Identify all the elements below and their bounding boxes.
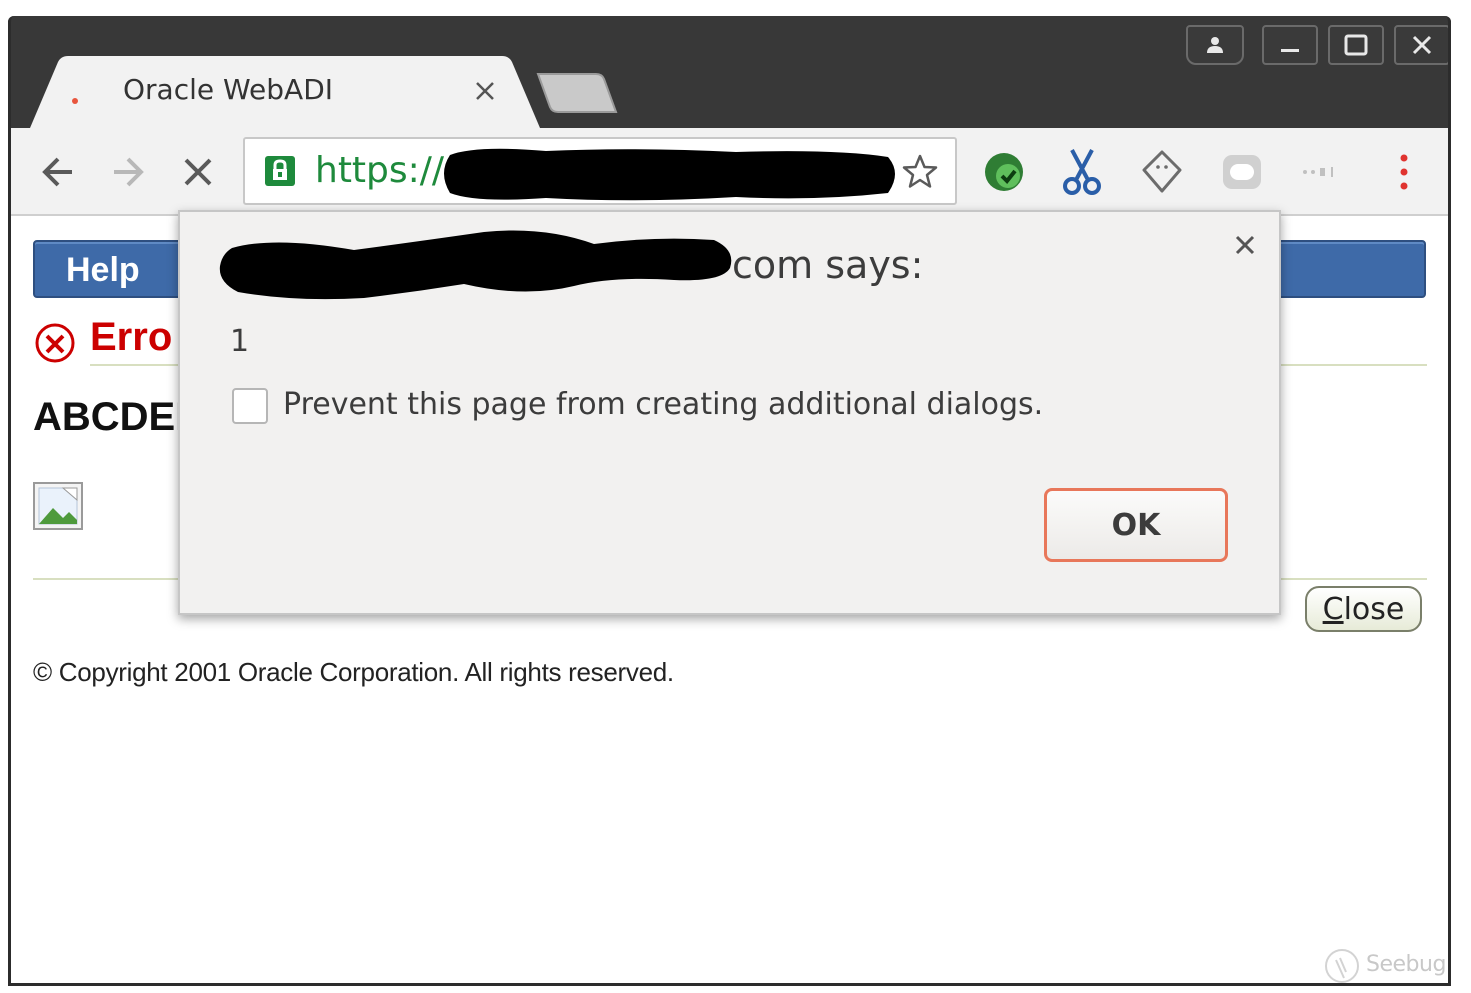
watermark-text: Seebug xyxy=(1366,952,1446,977)
dialog-close-icon xyxy=(1235,235,1255,255)
tab-favicon-icon xyxy=(72,98,78,104)
browser-window: Oracle WebADI https:// Help Erro ABCDEI … xyxy=(0,0,1471,993)
error-title: Erro xyxy=(90,315,173,359)
close-button[interactable]: Close xyxy=(1305,586,1422,632)
forward-button[interactable] xyxy=(104,148,152,196)
copyright-text: © Copyright 2001 Oracle Corporation. All… xyxy=(33,657,674,687)
extension-dots-button[interactable] xyxy=(1296,148,1344,196)
lock-icon xyxy=(265,156,295,186)
dialog-message: 1 xyxy=(230,324,250,359)
maximize-icon xyxy=(1344,34,1368,56)
dialog-title: com says: xyxy=(732,243,924,287)
close-icon xyxy=(476,82,494,100)
stop-icon xyxy=(184,158,212,186)
user-icon xyxy=(1207,37,1223,53)
tab-title: Oracle WebADI xyxy=(123,73,334,106)
host-redaction xyxy=(219,230,732,300)
url-redaction xyxy=(444,148,895,201)
minimize-button[interactable] xyxy=(1262,25,1318,65)
error-icon xyxy=(35,323,75,363)
url-text: https:// xyxy=(315,150,445,191)
error-message: ABCDEI xyxy=(33,395,187,439)
maximize-button[interactable] xyxy=(1328,25,1384,65)
extension-check-icon xyxy=(985,153,1023,191)
extension-scissors-icon xyxy=(1063,149,1101,195)
close-button-label: Close xyxy=(1322,591,1405,627)
star-icon[interactable] xyxy=(900,152,940,192)
prevent-dialogs-label[interactable]: Prevent this page from creating addition… xyxy=(283,384,1043,426)
dialog-close-button[interactable] xyxy=(1228,228,1262,262)
extension-ghost-icon xyxy=(1142,150,1182,193)
extension-scissors-button[interactable] xyxy=(1058,148,1106,196)
extension-dots-icon xyxy=(1303,167,1333,177)
forward-icon xyxy=(114,157,144,187)
extension-pill-icon xyxy=(1223,155,1261,189)
tab-close-button[interactable] xyxy=(470,76,500,106)
window-close-button[interactable] xyxy=(1394,25,1450,65)
ok-button-label: OK xyxy=(1111,507,1161,543)
help-link[interactable]: Help xyxy=(66,248,140,292)
extension-pill-button[interactable] xyxy=(1218,148,1266,196)
menu-icon xyxy=(1400,154,1408,190)
extension-check-button[interactable] xyxy=(980,148,1028,196)
stop-button[interactable] xyxy=(174,148,222,196)
back-icon xyxy=(42,157,72,187)
new-tab-button[interactable] xyxy=(536,72,620,114)
ok-button[interactable]: OK xyxy=(1044,488,1228,562)
prevent-dialogs-checkbox[interactable] xyxy=(232,388,268,424)
menu-button[interactable] xyxy=(1380,148,1428,196)
extension-ghost-button[interactable] xyxy=(1138,148,1186,196)
user-button[interactable] xyxy=(1186,25,1244,65)
minimize-icon xyxy=(1281,49,1299,52)
broken-image-icon xyxy=(33,482,83,530)
window-close-icon xyxy=(1412,35,1432,55)
close-mnemonic: C xyxy=(1322,591,1344,627)
back-button[interactable] xyxy=(34,148,82,196)
